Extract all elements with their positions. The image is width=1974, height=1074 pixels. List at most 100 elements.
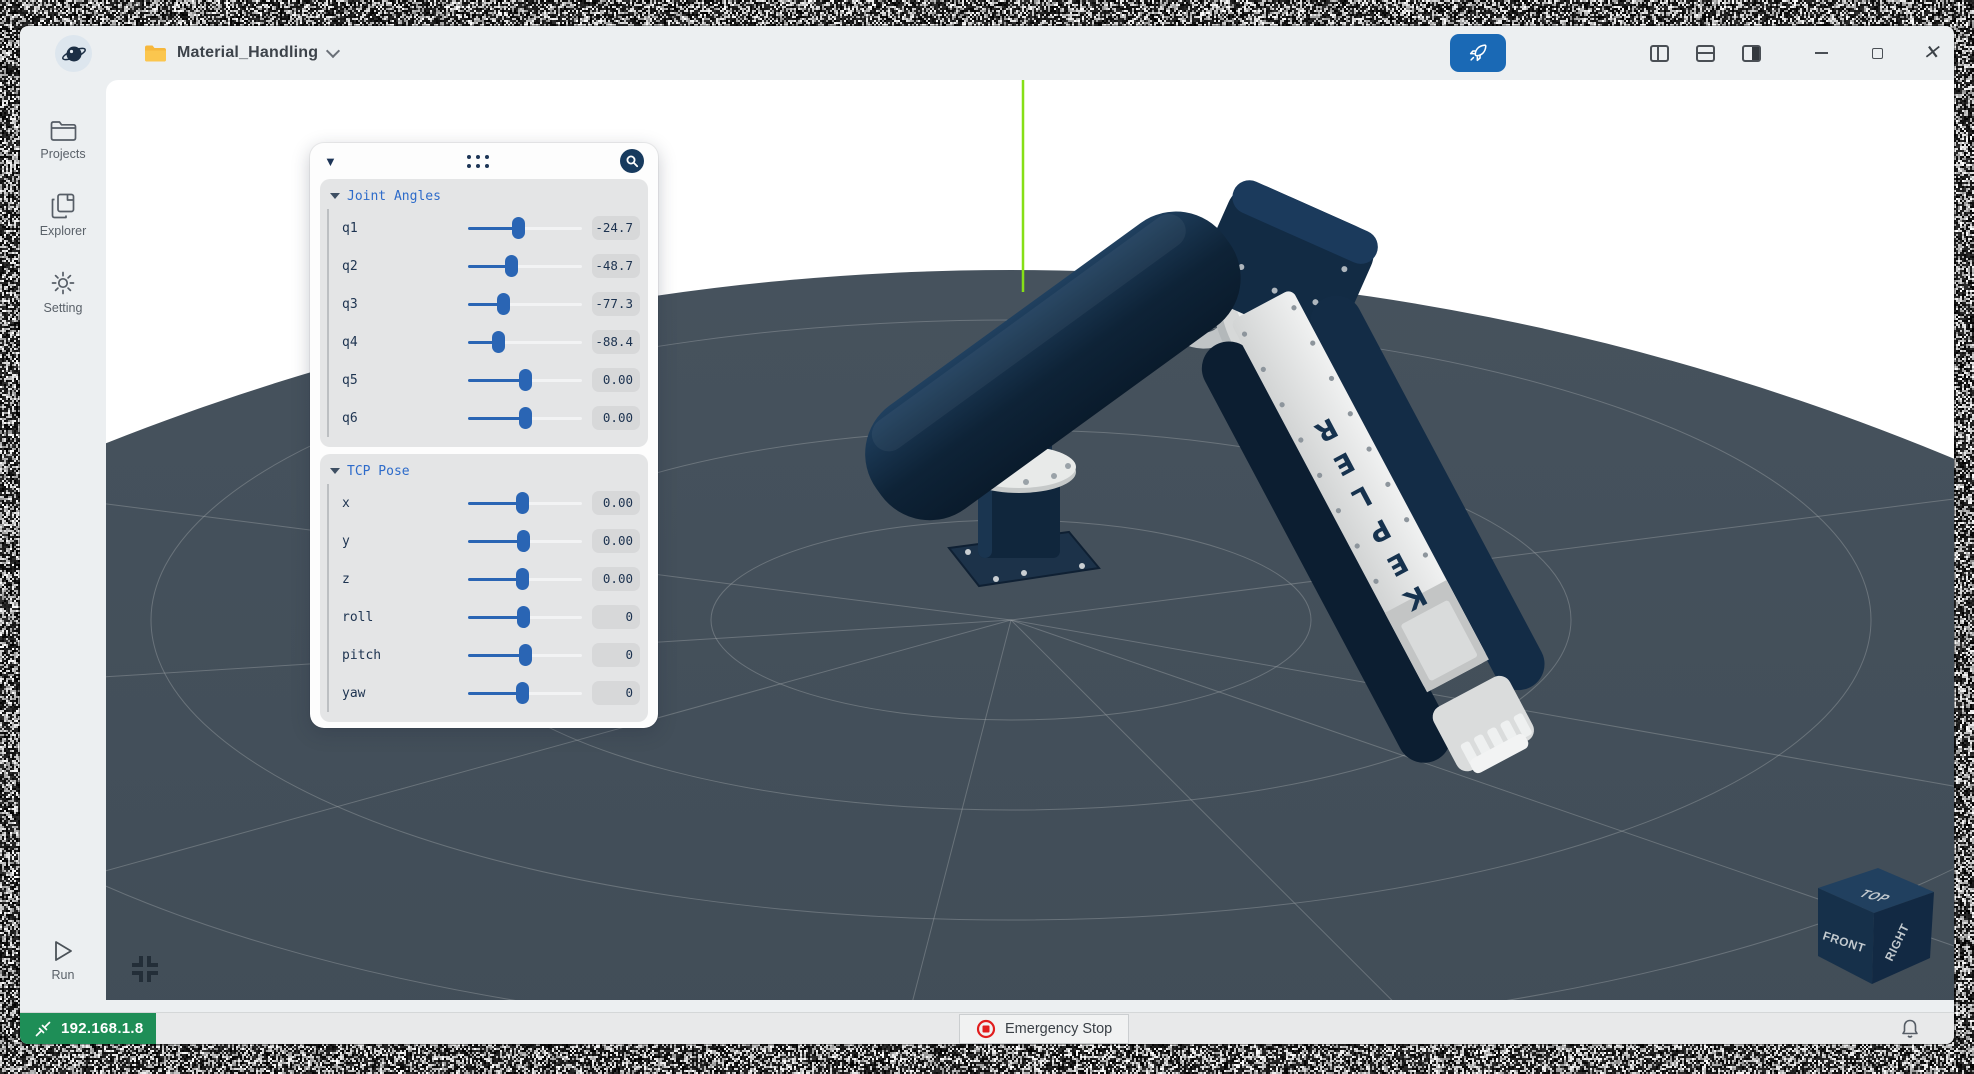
control-panel: ▼ Joint Angles q1 -24.7	[310, 143, 658, 728]
slider-value: 0.00	[592, 567, 640, 591]
sidebar: Projects Explorer Setting Run	[20, 80, 106, 1012]
section-collapse-icon	[330, 468, 340, 474]
slider[interactable]	[468, 492, 582, 514]
slider-value: 0.00	[592, 529, 640, 553]
explorer-files-icon	[51, 193, 75, 219]
layout-rows-button[interactable]	[1682, 26, 1728, 80]
notifications-bell-icon[interactable]	[1900, 1018, 1920, 1040]
slider-fill	[468, 502, 523, 505]
chevron-down-icon	[326, 44, 340, 58]
disconnected-icon	[34, 1020, 52, 1038]
search-button[interactable]	[620, 149, 644, 173]
app-window: Material_Handling ✕ Pr	[20, 26, 1954, 1044]
planet-icon	[61, 41, 87, 67]
slider-thumb[interactable]	[516, 682, 529, 704]
slider[interactable]	[468, 682, 582, 704]
window-controls: ✕	[1636, 26, 1954, 80]
slider-thumb[interactable]	[517, 530, 530, 552]
project-title: Material_Handling	[177, 44, 318, 62]
slider-row: q3 -77.3	[328, 285, 640, 323]
slider-label: pitch	[342, 648, 468, 663]
restore-button[interactable]	[1854, 26, 1900, 80]
section-title: Joint Angles	[347, 189, 441, 204]
slider-thumb[interactable]	[497, 293, 510, 315]
slider[interactable]	[468, 255, 582, 277]
slider-fill	[468, 227, 518, 230]
folder-icon	[144, 44, 167, 63]
layout-sidebar-button[interactable]	[1728, 26, 1774, 80]
sidebar-item-setting[interactable]: Setting	[20, 258, 106, 327]
emergency-stop-icon	[976, 1019, 996, 1039]
section-header[interactable]: Joint Angles	[328, 183, 640, 209]
slider[interactable]	[468, 293, 582, 315]
slider-thumb[interactable]	[517, 606, 530, 628]
connection-badge[interactable]: 192.168.1.8	[20, 1013, 156, 1044]
slider[interactable]	[468, 217, 582, 239]
slider-label: q5	[342, 373, 468, 388]
run-button[interactable]: Run	[20, 927, 106, 994]
run-label: Run	[52, 968, 75, 982]
slider-fill	[468, 692, 523, 695]
minimize-button[interactable]	[1798, 26, 1844, 80]
section-header[interactable]: TCP Pose	[328, 458, 640, 484]
slider-label: yaw	[342, 686, 468, 701]
drag-handle-icon[interactable]	[467, 155, 489, 168]
sidebar-item-label: Setting	[44, 301, 83, 315]
slider-value: 0.00	[592, 491, 640, 515]
slider-label: q4	[342, 335, 468, 350]
ip-address: 192.168.1.8	[61, 1020, 144, 1037]
collapse-panel-icon[interactable]: ▼	[324, 154, 337, 169]
project-selector[interactable]: Material_Handling	[144, 26, 338, 80]
restore-icon	[1872, 48, 1883, 59]
slider-row: q2 -48.7	[328, 247, 640, 285]
slider-label: q3	[342, 297, 468, 312]
search-icon	[625, 154, 639, 168]
rocket-icon	[1467, 42, 1489, 64]
slider[interactable]	[468, 644, 582, 666]
viewport-3d[interactable]: KEPLER TO	[106, 80, 1954, 1000]
slider-label: z	[342, 572, 468, 587]
slider-fill	[468, 616, 524, 619]
deploy-button[interactable]	[1450, 34, 1506, 72]
emergency-stop-button[interactable]: Emergency Stop	[959, 1014, 1129, 1044]
slider-value: 0	[592, 605, 640, 629]
slider-thumb[interactable]	[512, 217, 525, 239]
play-icon	[52, 939, 74, 963]
slider[interactable]	[468, 331, 582, 353]
slider-label: roll	[342, 610, 468, 625]
close-button[interactable]: ✕	[1908, 26, 1954, 80]
slider[interactable]	[468, 369, 582, 391]
panel-header: ▼	[310, 143, 658, 179]
slider-fill	[468, 379, 525, 382]
slider-thumb[interactable]	[519, 369, 532, 391]
slider[interactable]	[468, 568, 582, 590]
slider-thumb[interactable]	[519, 407, 532, 429]
slider-label: q2	[342, 259, 468, 274]
slider-thumb[interactable]	[516, 492, 529, 514]
slider-thumb[interactable]	[505, 255, 518, 277]
slider-row: y 0.00	[328, 522, 640, 560]
slider-row: roll 0	[328, 598, 640, 636]
slider-label: y	[342, 534, 468, 549]
slider-value: 0	[592, 643, 640, 667]
sidebar-item-projects[interactable]: Projects	[20, 108, 106, 173]
slider-value: -77.3	[592, 292, 640, 316]
gear-icon	[50, 270, 76, 296]
projects-folder-icon	[50, 120, 77, 142]
slider-fill	[468, 417, 525, 420]
panel-section: Joint Angles q1 -24.7 q2 -48.7 q3 -77.3 …	[320, 179, 648, 447]
slider-label: q1	[342, 221, 468, 236]
slider-thumb[interactable]	[519, 644, 532, 666]
section-title: TCP Pose	[347, 464, 410, 479]
slider-thumb[interactable]	[492, 331, 505, 353]
slider-thumb[interactable]	[516, 568, 529, 590]
slider-row: q5 0.00	[328, 361, 640, 399]
slider[interactable]	[468, 530, 582, 552]
slider-label: x	[342, 496, 468, 511]
sidebar-item-explorer[interactable]: Explorer	[20, 181, 106, 250]
slider-value: 0	[592, 681, 640, 705]
slider[interactable]	[468, 606, 582, 628]
layout-columns-button[interactable]	[1636, 26, 1682, 80]
slider-value: 0.00	[592, 406, 640, 430]
slider[interactable]	[468, 407, 582, 429]
